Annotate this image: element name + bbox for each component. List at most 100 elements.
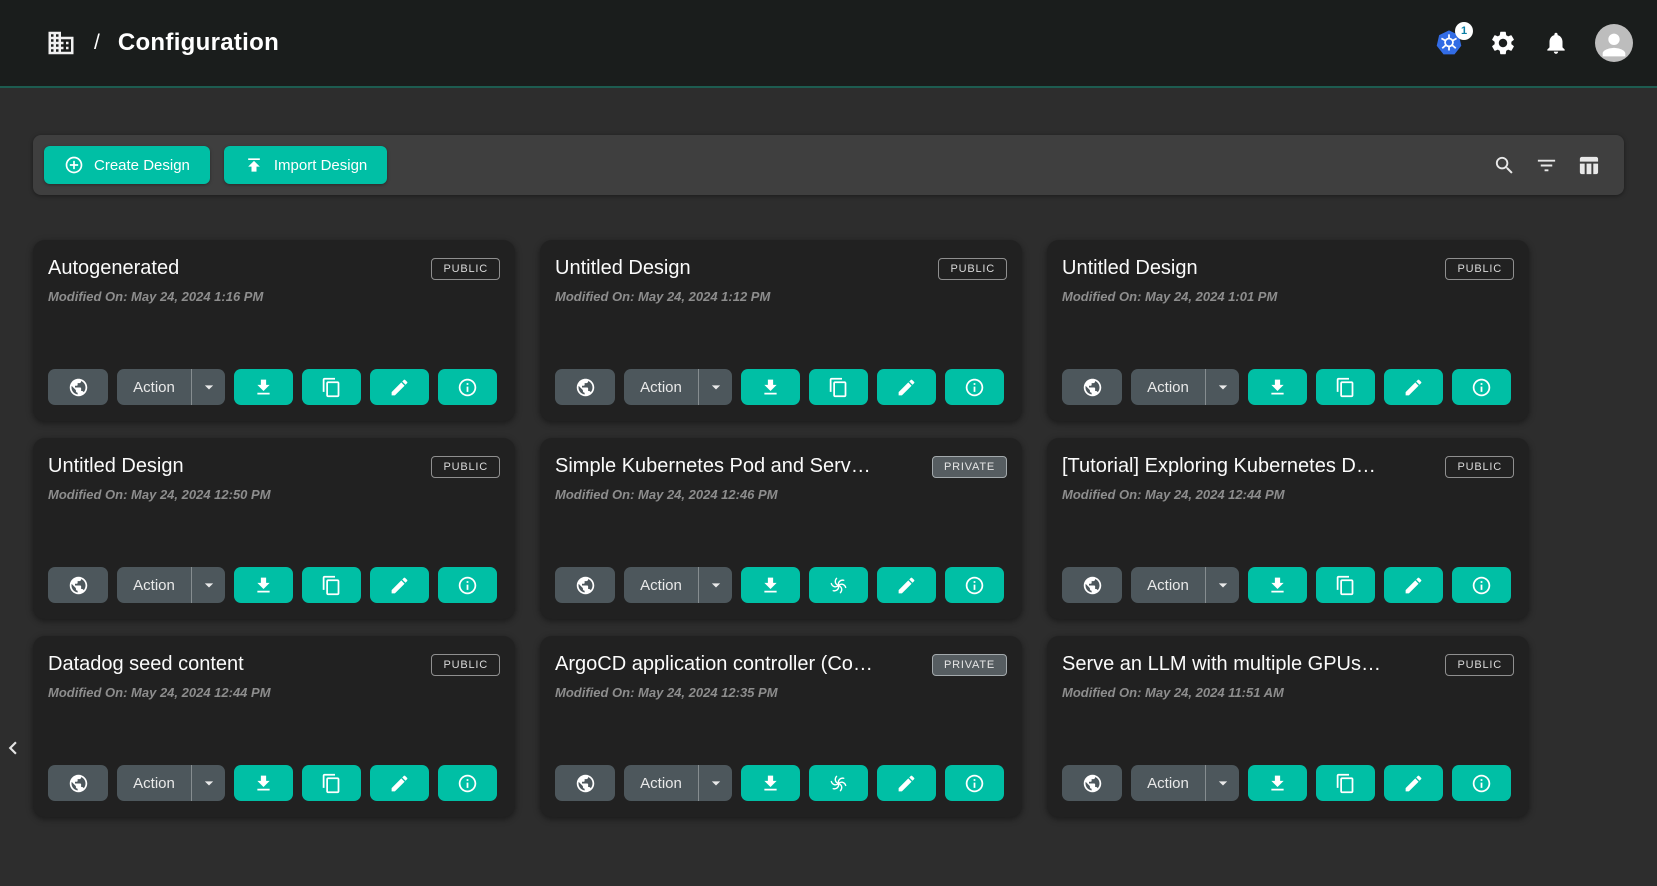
download-button[interactable] <box>741 765 800 801</box>
organization-building-icon[interactable] <box>46 28 76 58</box>
download-button[interactable] <box>1248 567 1307 603</box>
copy-button[interactable] <box>302 567 361 603</box>
design-card[interactable]: Autogenerated PUBLIC Modified On: May 24… <box>33 240 515 421</box>
visibility-globe-button[interactable] <box>48 765 108 801</box>
download-button[interactable] <box>1248 369 1307 405</box>
design-card[interactable]: Serve an LLM with multiple GPUs… PUBLIC … <box>1047 636 1529 817</box>
chevron-down-icon[interactable] <box>192 773 225 793</box>
collapse-panel-chevron[interactable] <box>0 735 26 763</box>
chevron-down-icon[interactable] <box>699 575 732 595</box>
swirl-button[interactable] <box>809 567 868 603</box>
page-title: Configuration <box>118 29 279 57</box>
action-split-button[interactable]: Action <box>624 369 732 405</box>
action-split-button[interactable]: Action <box>117 369 225 405</box>
visibility-globe-button[interactable] <box>555 567 615 603</box>
edit-button[interactable] <box>1384 369 1443 405</box>
copy-button[interactable] <box>1316 765 1375 801</box>
copy-icon <box>321 575 342 596</box>
info-button[interactable] <box>945 765 1004 801</box>
chevron-down-icon[interactable] <box>1206 377 1239 397</box>
globe-icon <box>68 773 89 794</box>
info-icon <box>1471 575 1492 596</box>
design-card[interactable]: Untitled Design PUBLIC Modified On: May … <box>33 438 515 619</box>
edit-button[interactable] <box>877 567 936 603</box>
visibility-globe-button[interactable] <box>555 765 615 801</box>
design-card[interactable]: Simple Kubernetes Pod and Serv… PRIVATE … <box>540 438 1022 619</box>
action-button-label[interactable]: Action <box>1131 775 1205 792</box>
edit-button[interactable] <box>370 369 429 405</box>
action-button-label[interactable]: Action <box>117 379 191 396</box>
bell-icon[interactable] <box>1543 30 1569 56</box>
chevron-down-icon[interactable] <box>1206 773 1239 793</box>
edit-button[interactable] <box>1384 765 1443 801</box>
info-button[interactable] <box>438 765 497 801</box>
create-design-button[interactable]: Create Design <box>44 146 210 184</box>
modified-on: Modified On: May 24, 2024 1:01 PM <box>1062 289 1514 304</box>
action-button-label[interactable]: Action <box>624 775 698 792</box>
chevron-down-icon[interactable] <box>699 377 732 397</box>
visibility-globe-button[interactable] <box>48 369 108 405</box>
copy-button[interactable] <box>302 765 361 801</box>
chevron-down-icon[interactable] <box>192 377 225 397</box>
info-button[interactable] <box>438 369 497 405</box>
action-split-button[interactable]: Action <box>1131 765 1239 801</box>
download-button[interactable] <box>234 369 293 405</box>
visibility-globe-button[interactable] <box>48 567 108 603</box>
copy-button[interactable] <box>1316 369 1375 405</box>
kubernetes-context-icon[interactable]: 1 <box>1435 29 1463 57</box>
search-icon[interactable] <box>1493 154 1516 177</box>
copy-button[interactable] <box>1316 567 1375 603</box>
action-split-button[interactable]: Action <box>624 765 732 801</box>
action-button-label[interactable]: Action <box>1131 577 1205 594</box>
download-button[interactable] <box>1248 765 1307 801</box>
edit-button[interactable] <box>370 765 429 801</box>
table-view-icon[interactable] <box>1577 154 1600 177</box>
info-button[interactable] <box>1452 369 1511 405</box>
swirl-button[interactable] <box>809 765 868 801</box>
info-button[interactable] <box>1452 567 1511 603</box>
chevron-down-icon[interactable] <box>699 773 732 793</box>
design-card[interactable]: Datadog seed content PUBLIC Modified On:… <box>33 636 515 817</box>
download-button[interactable] <box>741 567 800 603</box>
action-button-label[interactable]: Action <box>117 775 191 792</box>
visibility-globe-button[interactable] <box>1062 369 1122 405</box>
action-split-button[interactable]: Action <box>117 765 225 801</box>
copy-button[interactable] <box>302 369 361 405</box>
action-split-button[interactable]: Action <box>1131 567 1239 603</box>
edit-button[interactable] <box>877 369 936 405</box>
info-button[interactable] <box>945 567 1004 603</box>
chevron-down-icon[interactable] <box>1206 575 1239 595</box>
edit-button[interactable] <box>877 765 936 801</box>
action-split-button[interactable]: Action <box>1131 369 1239 405</box>
copy-button[interactable] <box>809 369 868 405</box>
edit-button[interactable] <box>370 567 429 603</box>
import-design-button[interactable]: Import Design <box>224 146 387 184</box>
action-button-label[interactable]: Action <box>1131 379 1205 396</box>
gear-icon[interactable] <box>1489 29 1517 57</box>
filter-icon[interactable] <box>1535 154 1558 177</box>
info-icon <box>1471 773 1492 794</box>
visibility-globe-button[interactable] <box>1062 765 1122 801</box>
avatar[interactable] <box>1595 24 1633 62</box>
download-button[interactable] <box>234 567 293 603</box>
info-button[interactable] <box>945 369 1004 405</box>
download-button[interactable] <box>741 369 800 405</box>
design-card[interactable]: ArgoCD application controller (Co… PRIVA… <box>540 636 1022 817</box>
design-card[interactable]: Untitled Design PUBLIC Modified On: May … <box>540 240 1022 421</box>
download-button[interactable] <box>234 765 293 801</box>
navbar: / Configuration 1 <box>0 0 1657 88</box>
visibility-globe-button[interactable] <box>555 369 615 405</box>
action-split-button[interactable]: Action <box>117 567 225 603</box>
info-button[interactable] <box>1452 765 1511 801</box>
edit-button[interactable] <box>1384 567 1443 603</box>
action-button-label[interactable]: Action <box>624 379 698 396</box>
info-button[interactable] <box>438 567 497 603</box>
action-button-label[interactable]: Action <box>624 577 698 594</box>
design-card[interactable]: [Tutorial] Exploring Kubernetes D… PUBLI… <box>1047 438 1529 619</box>
visibility-globe-button[interactable] <box>1062 567 1122 603</box>
design-title: Autogenerated <box>48 256 179 280</box>
action-button-label[interactable]: Action <box>117 577 191 594</box>
design-card[interactable]: Untitled Design PUBLIC Modified On: May … <box>1047 240 1529 421</box>
chevron-down-icon[interactable] <box>192 575 225 595</box>
action-split-button[interactable]: Action <box>624 567 732 603</box>
